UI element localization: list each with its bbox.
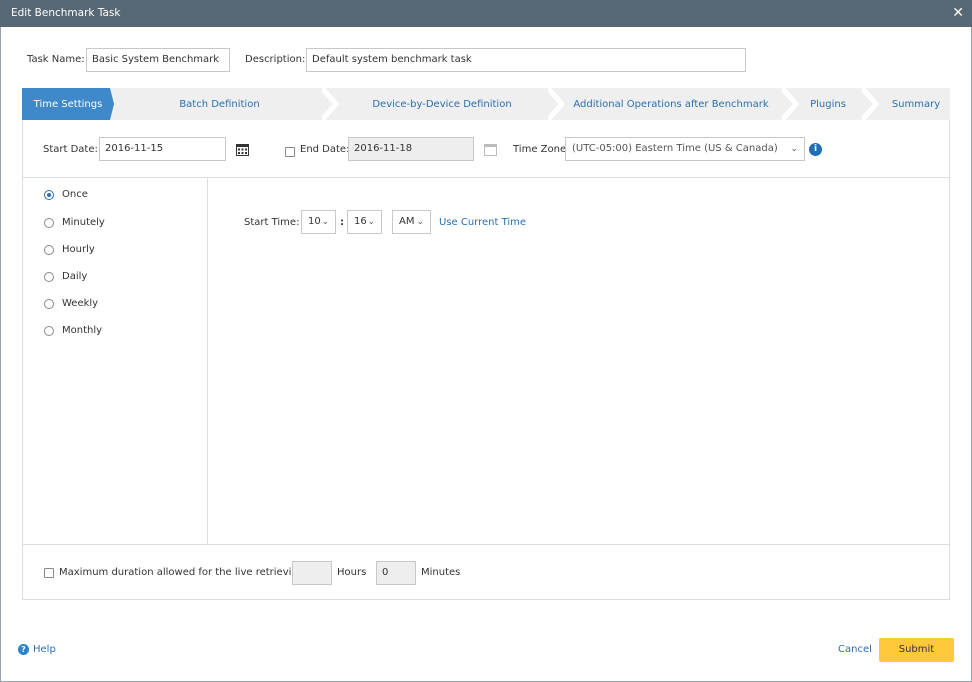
calendar-icon [484, 144, 497, 156]
radio-daily[interactable]: Daily [44, 271, 87, 282]
radio-once[interactable]: Once [44, 189, 88, 200]
cancel-button[interactable]: Cancel [838, 638, 872, 662]
hour-select[interactable]: 10 ⌄ [301, 210, 336, 234]
radio-icon [44, 189, 54, 200]
start-date-label: Start Date: [43, 144, 98, 155]
max-duration-checkbox[interactable] [44, 568, 54, 578]
tab-additional-operations[interactable]: Additional Operations after Benchmark [557, 88, 785, 120]
end-date-input[interactable]: 2016-11-18 [348, 137, 474, 161]
radio-hourly[interactable]: Hourly [44, 244, 95, 255]
wizard-tabs: Time Settings Batch Definition Device-by… [22, 88, 950, 120]
timezone-select[interactable]: (UTC-05:00) Eastern Time (US & Canada) ⌄ [565, 137, 805, 161]
radio-label: Minutely [62, 217, 105, 228]
help-link[interactable]: Help [33, 638, 56, 662]
divider [207, 177, 208, 544]
task-name-input[interactable]: Basic System Benchmark [86, 48, 230, 72]
radio-label: Weekly [62, 298, 99, 309]
radio-weekly[interactable]: Weekly [44, 298, 98, 309]
minute-select[interactable]: 16 ⌄ [347, 210, 382, 234]
hours-label: Hours [337, 567, 367, 578]
radio-label: Daily [62, 271, 88, 282]
tab-time-settings[interactable]: Time Settings [22, 88, 114, 120]
radio-icon [44, 325, 54, 336]
tab-batch-definition[interactable]: Batch Definition [117, 88, 322, 120]
tab-plugins[interactable]: Plugins [792, 88, 864, 120]
dialog-title: Edit Benchmark Task [0, 0, 972, 27]
radio-icon [44, 217, 54, 228]
tab-device-definition[interactable]: Device-by-Device Definition [332, 88, 552, 120]
close-icon[interactable]: ✕ [952, 0, 964, 27]
minute-value: 16 [354, 216, 367, 227]
ampm-value: AM [399, 216, 415, 227]
minutes-label: Minutes [421, 567, 461, 578]
use-current-time-link[interactable]: Use Current Time [439, 211, 526, 235]
radio-label: Monthly [62, 325, 103, 336]
radio-label: Hourly [62, 244, 95, 255]
ampm-select[interactable]: AM ⌄ [392, 210, 431, 234]
end-date-label: End Date: [300, 144, 350, 155]
submit-button[interactable]: Submit [879, 638, 954, 662]
content-panel [22, 120, 950, 600]
divider [23, 544, 949, 545]
chevron-down-icon: ⌄ [416, 217, 424, 227]
description-label: Description: [245, 54, 306, 65]
timezone-value: (UTC-05:00) Eastern Time (US & Canada) [572, 143, 778, 154]
radio-label: Once [62, 189, 88, 200]
end-date-checkbox[interactable] [285, 147, 295, 157]
calendar-icon[interactable] [236, 143, 249, 156]
max-duration-label: Maximum duration allowed for the live re… [59, 567, 308, 578]
help-icon[interactable]: ? [18, 644, 29, 655]
minutes-input[interactable]: 0 [376, 561, 416, 585]
hour-value: 10 [308, 216, 321, 227]
hours-input[interactable] [292, 561, 332, 585]
task-name-label: Task Name: [27, 54, 85, 65]
divider [23, 177, 949, 178]
radio-icon [44, 244, 54, 255]
chevron-down-icon: ⌄ [367, 217, 375, 227]
radio-icon [44, 271, 54, 282]
description-input[interactable]: Default system benchmark task [306, 48, 746, 72]
chevron-down-icon: ⌄ [790, 144, 798, 154]
tab-summary[interactable]: Summary [877, 88, 955, 120]
radio-icon [44, 298, 54, 309]
info-icon[interactable]: i [809, 143, 822, 156]
chevron-down-icon: ⌄ [321, 217, 329, 227]
radio-monthly[interactable]: Monthly [44, 325, 102, 336]
time-separator: : [340, 217, 344, 228]
start-date-input[interactable]: 2016-11-15 [99, 137, 226, 161]
timezone-label: Time Zone: [513, 144, 570, 155]
radio-minutely[interactable]: Minutely [44, 217, 105, 228]
start-time-label: Start Time: [244, 217, 300, 228]
